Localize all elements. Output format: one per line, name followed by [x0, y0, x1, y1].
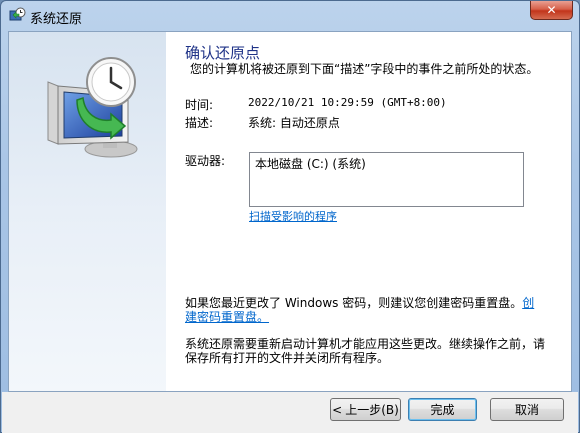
drives-label: 驱动器:: [185, 154, 226, 168]
system-restore-icon: [9, 7, 26, 24]
finish-button[interactable]: 完成: [408, 398, 477, 421]
cancel-button-label: 取消: [514, 403, 539, 417]
drives-list[interactable]: 本地磁盘 (C:) (系统): [249, 152, 524, 207]
title-bar[interactable]: 系统还原 ✕: [1, 1, 579, 31]
cancel-button[interactable]: 取消: [490, 398, 564, 421]
restart-notice: 系统还原需要重新启动计算机才能应用这些更改。继续操作之前，请保存所有打开的文件并…: [185, 337, 546, 365]
description-text: 您的计算机将被还原到下面“描述”字段中的事件之前所处的状态。: [190, 62, 539, 76]
close-button[interactable]: ✕: [530, 1, 573, 20]
time-label: 时间:: [185, 98, 214, 112]
system-restore-window: 系统还原 ✕ 确认还原点 您的计算机将被还原到下面“描述”字段中的事件之前所处的…: [0, 0, 580, 433]
finish-button-label: 完成: [430, 403, 455, 417]
content-panel: 确认还原点 您的计算机将被还原到下面“描述”字段中的事件之前所处的状态。 时间:…: [8, 31, 572, 392]
side-panel: [9, 32, 166, 391]
description-label: 描述:: [185, 116, 214, 130]
scan-affected-programs-link[interactable]: 扫描受影响的程序: [249, 208, 337, 224]
page-heading: 确认还原点: [185, 44, 261, 62]
back-button[interactable]: < 上一步(B): [330, 398, 401, 421]
button-bar: < 上一步(B) 完成 取消: [2, 392, 578, 433]
list-item[interactable]: 本地磁盘 (C:) (系统): [255, 155, 518, 172]
time-value: 2022/10/21 10:29:59 (GMT+8:00): [248, 96, 447, 109]
password-notice-text: 如果您最近更改了 Windows 密码，则建议您创建密码重置盘。: [185, 296, 523, 310]
description-value: 系统: 自动还原点: [248, 116, 340, 130]
back-button-label: 上一步(B): [345, 403, 399, 417]
computer-restore-clock-icon: [47, 57, 138, 158]
window-title: 系统还原: [30, 12, 83, 27]
close-icon: ✕: [546, 3, 557, 17]
back-arrow-icon: <: [332, 402, 343, 417]
password-notice: 如果您最近更改了 Windows 密码，则建议您创建密码重置盘。创建密码重置盘。: [185, 296, 545, 324]
